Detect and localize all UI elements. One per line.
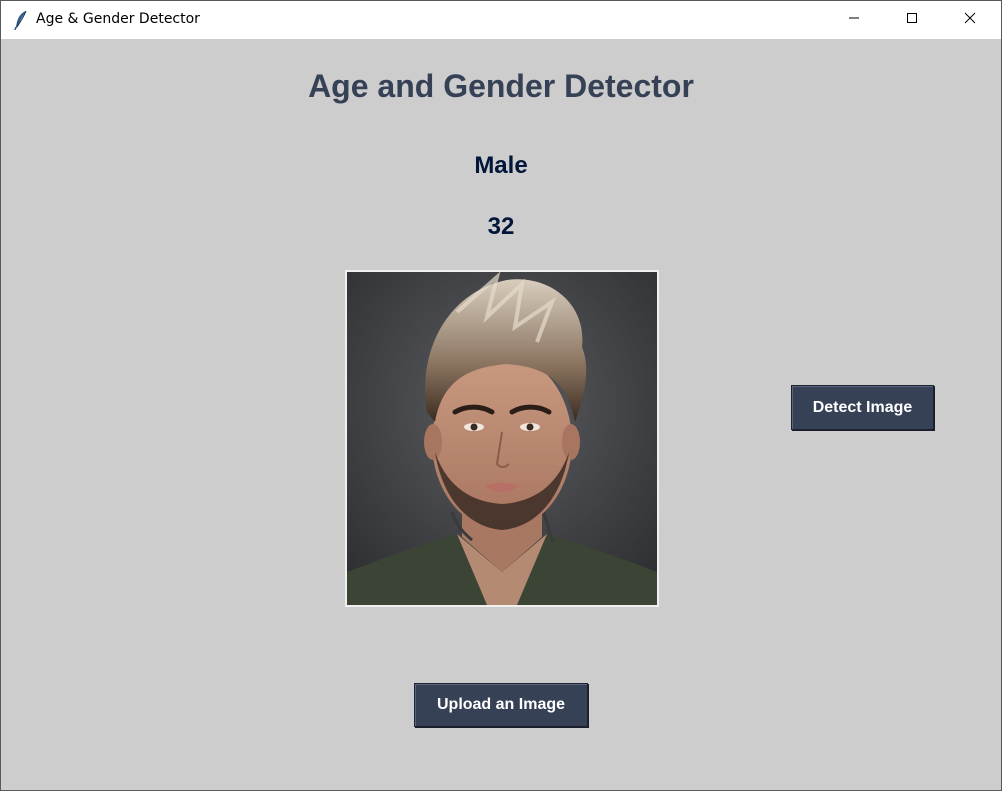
- age-result: 32: [487, 213, 515, 240]
- close-icon: [964, 11, 976, 29]
- feather-icon: [14, 10, 28, 31]
- minimize-icon: [848, 11, 860, 29]
- title-bar[interactable]: Age & Gender Detector: [1, 1, 1001, 39]
- detect-image-button[interactable]: Detect Image: [791, 385, 934, 430]
- close-button[interactable]: [947, 1, 993, 39]
- minimize-button[interactable]: [831, 1, 877, 39]
- app-window: Age & Gender Detector Age and Gender Det…: [0, 0, 1002, 791]
- maximize-icon: [906, 11, 918, 29]
- uploaded-face-photo: [345, 270, 659, 607]
- gender-result: Male: [474, 152, 528, 179]
- upload-image-button[interactable]: Upload an Image: [414, 683, 588, 727]
- window-title: Age & Gender Detector: [36, 11, 200, 27]
- page-title: Age and Gender Detector: [308, 68, 694, 104]
- maximize-button[interactable]: [889, 1, 935, 39]
- main-panel: Age and Gender Detector Male 32 Detect I…: [1, 39, 1001, 790]
